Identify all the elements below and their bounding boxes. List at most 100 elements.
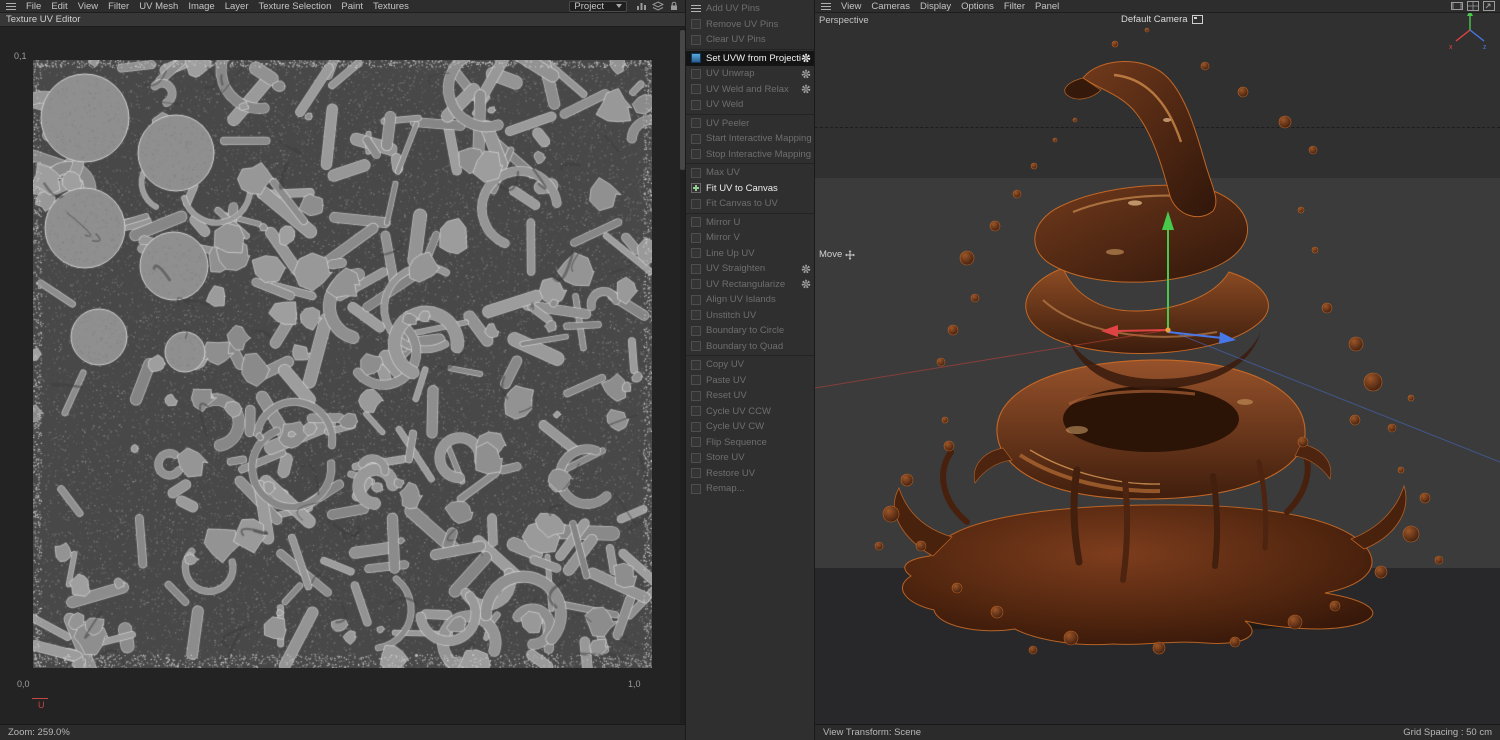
chocolate-splash-object[interactable] (875, 28, 1443, 654)
u-axis-indicator: U (32, 696, 54, 712)
gear-icon[interactable] (801, 264, 811, 274)
command-cycle-uv-ccw[interactable]: Cycle UV CCW (686, 404, 814, 420)
command-unstitch-uv[interactable]: Unstitch UV (686, 308, 814, 324)
splash-finger-right (1351, 486, 1406, 549)
menu-edit[interactable]: Edit (46, 0, 72, 13)
uv-command-list: Add UV Pins Remove UV PinsClear UV Pins Se… (686, 1, 814, 497)
command-remap[interactable]: Remap... (686, 481, 814, 497)
tool-name: Move (819, 249, 842, 260)
command-reset-uv[interactable]: Reset UV (686, 388, 814, 404)
command-set-uvw-projection[interactable]: Set UVW from Projection (686, 51, 814, 67)
project-dropdown[interactable]: Project (569, 1, 627, 12)
x-axis-handle[interactable] (1115, 330, 1168, 331)
grid-spacing-label: Grid Spacing : 50 cm (1403, 725, 1492, 740)
uv-straighten-icon (691, 264, 701, 274)
command-uv-straighten[interactable]: UV Straighten (686, 261, 814, 277)
menu-paint[interactable]: Paint (336, 0, 368, 13)
vp-menu-view[interactable]: View (836, 0, 866, 13)
view-mode-label[interactable]: Perspective (819, 15, 869, 26)
vp-menu-display[interactable]: Display (915, 0, 956, 13)
command-max-uv[interactable]: Max UV (686, 165, 814, 181)
align-uv-islands-icon (691, 295, 701, 305)
command-boundary-to-quad[interactable]: Boundary to Quad (686, 339, 814, 355)
command-mirror-v[interactable]: Mirror V (686, 230, 814, 246)
command-restore-uv[interactable]: Restore UV (686, 466, 814, 482)
command-flip-sequence[interactable]: Flip Sequence (686, 435, 814, 451)
menu-filter[interactable]: Filter (103, 0, 134, 13)
palette-menu-icon[interactable] (691, 5, 701, 12)
command-line-up-uv[interactable]: Line Up UV (686, 246, 814, 262)
uv-canvas-area[interactable]: 0,1 0,0 1,0 U (0, 27, 685, 724)
menu-layer[interactable]: Layer (220, 0, 254, 13)
film-strip-icon[interactable] (1451, 1, 1463, 11)
command-paste-uv[interactable]: Paste UV (686, 373, 814, 389)
mirror-u-icon (691, 217, 701, 227)
menu-textures[interactable]: Textures (368, 0, 414, 13)
lock-icon[interactable] (668, 1, 680, 11)
vp-menu-options[interactable]: Options (956, 0, 999, 13)
command-clear-uv-pins[interactable]: Clear UV Pins (686, 32, 814, 48)
menu-uv-mesh[interactable]: UV Mesh (134, 0, 183, 13)
cycle-uv-ccw-icon (691, 406, 701, 416)
command-store-uv[interactable]: Store UV (686, 450, 814, 466)
command-label: Set UVW from Projection (706, 53, 801, 64)
maximize-view-icon[interactable] (1483, 1, 1495, 11)
camera-frame-icon[interactable] (1192, 15, 1203, 24)
layers-icon[interactable] (652, 1, 664, 11)
histogram-icon[interactable] (636, 1, 648, 11)
gear-icon[interactable] (801, 84, 811, 94)
gizmo-center[interactable] (1165, 327, 1170, 332)
uv-coord-bottom-right: 1,0 (628, 679, 641, 689)
menu-texture-selection[interactable]: Texture Selection (253, 0, 336, 13)
command-fit-uv-to-canvas[interactable]: Fit UV to Canvas (686, 181, 814, 197)
command-copy-uv[interactable]: Copy UV (686, 357, 814, 373)
texture-uv-editor-panel: FileEditViewFilterUV MeshImageLayerTextu… (0, 0, 685, 740)
viewport-panel: y x z Perspective Default Camera Move Vi… (815, 0, 1500, 740)
command-uv-rectangularize[interactable]: UV Rectangularize (686, 277, 814, 293)
command-uv-unwrap[interactable]: UV Unwrap (686, 66, 814, 82)
vp-menu-filter[interactable]: Filter (999, 0, 1030, 13)
command-label: Reset UV (706, 390, 811, 401)
stop-interactive-mapping-icon (691, 149, 701, 159)
command-cycle-uv-cw[interactable]: Cycle UV CW (686, 419, 814, 435)
command-label: UV Unwrap (706, 68, 801, 79)
command-boundary-to-circle[interactable]: Boundary to Circle (686, 323, 814, 339)
command-mirror-u[interactable]: Mirror U (686, 215, 814, 231)
uv-coord-bottom-left: 0,0 (17, 679, 30, 689)
command-start-interactive-mapping[interactable]: Start Interactive Mapping (686, 131, 814, 147)
menu-view[interactable]: View (73, 0, 103, 13)
uv-peeler-icon (691, 118, 701, 128)
panel-menu-icon[interactable] (6, 3, 16, 10)
view-transform-label: View Transform: Scene (823, 725, 921, 740)
panel-title-bar: Texture UV Editor (0, 13, 685, 27)
gear-icon[interactable] (801, 53, 811, 63)
bodypaint-uv-edit-workspace: FileEditViewFilterUV MeshImageLayerTextu… (0, 0, 1500, 740)
gear-icon[interactable] (801, 279, 811, 289)
uv-coord-top-left: 0,1 (14, 51, 27, 61)
gear-icon[interactable] (801, 69, 811, 79)
window-layout-icon[interactable] (1467, 1, 1479, 11)
command-label: Boundary to Circle (706, 325, 811, 336)
uv-unwrap-icon (691, 69, 701, 79)
command-uv-peeler[interactable]: UV Peeler (686, 116, 814, 132)
command-fit-canvas-to-uv[interactable]: Fit Canvas to UV (686, 196, 814, 212)
menu-file[interactable]: File (21, 0, 46, 13)
uv-texture[interactable] (33, 60, 652, 668)
uv-weld-relax-icon (691, 84, 701, 94)
command-align-uv-islands[interactable]: Align UV Islands (686, 292, 814, 308)
vp-menu-panel[interactable]: Panel (1030, 0, 1064, 13)
set-uvw-projection-icon (691, 53, 701, 63)
command-uv-weld[interactable]: UV Weld (686, 97, 814, 113)
boundary-to-circle-icon (691, 326, 701, 336)
reset-uv-icon (691, 391, 701, 401)
vp-menu-cameras[interactable]: Cameras (866, 0, 915, 13)
command-add-uv-pins[interactable]: Add UV Pins (686, 1, 814, 17)
3d-scene[interactable]: y x z (815, 0, 1500, 740)
command-label: Add UV Pins (706, 3, 811, 14)
viewport-menu-icon[interactable] (821, 3, 831, 10)
command-remove-uv-pins[interactable]: Remove UV Pins (686, 17, 814, 33)
command-stop-interactive-mapping[interactable]: Stop Interactive Mapping (686, 147, 814, 163)
command-uv-weld-relax[interactable]: UV Weld and Relax (686, 82, 814, 98)
menu-image[interactable]: Image (183, 0, 219, 13)
camera-label[interactable]: Default Camera (1121, 14, 1203, 25)
